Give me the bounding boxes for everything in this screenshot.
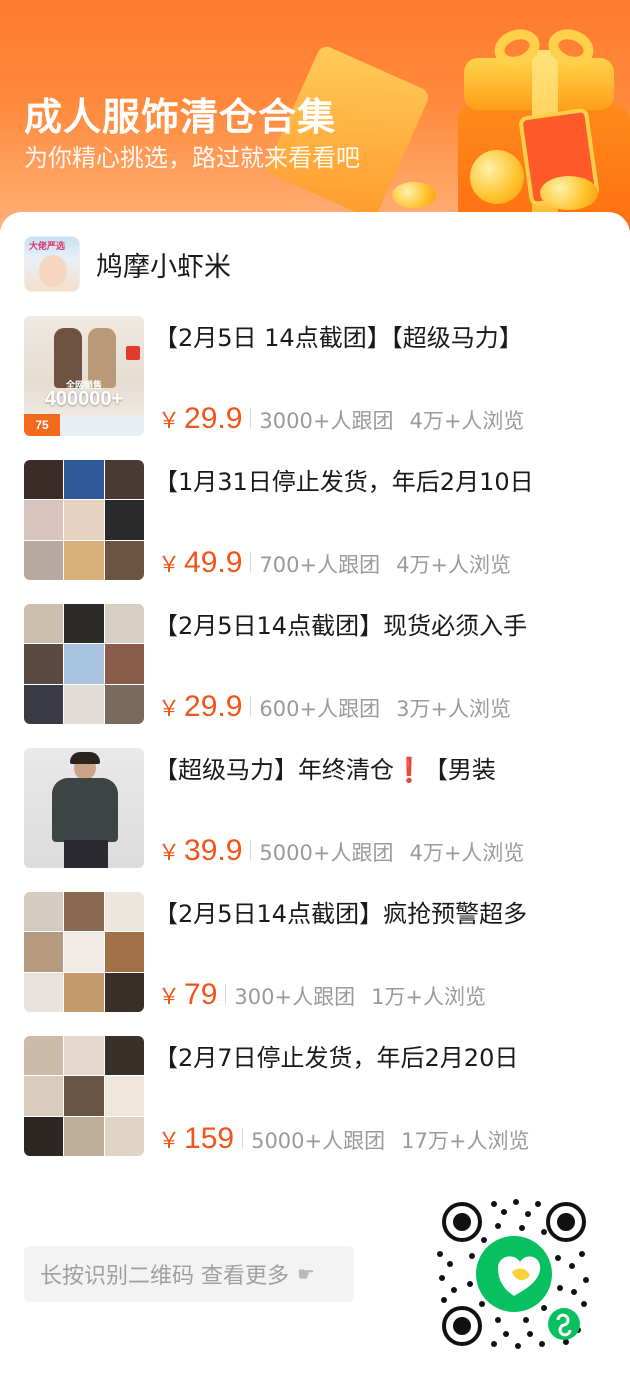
- joined-count: 3000+人跟团: [259, 409, 394, 433]
- press-hint-label: 长按识别二维码 查看更多: [40, 1264, 289, 1289]
- product-price: 29.9: [184, 690, 243, 723]
- joined-count: 5000+人跟团: [259, 841, 394, 865]
- product-item[interactable]: 【1月31日停止发货，年后2月10日 ￥ 49.9 700+人跟团 4万+人浏览: [24, 460, 606, 604]
- product-price: 159: [184, 1122, 235, 1155]
- product-item[interactable]: 【2月5日14点截团】疯抢预警超多 ￥ 79 300+人跟团 1万+人浏览: [24, 892, 606, 1036]
- joined-count: 300+人跟团: [234, 985, 356, 1009]
- product-thumbnail[interactable]: [24, 892, 144, 1012]
- shop-avatar[interactable]: 大佬严选: [24, 236, 80, 292]
- mini-program-qr-code[interactable]: [432, 1192, 596, 1356]
- product-price: 49.9: [184, 546, 243, 579]
- avatar-tag: 大佬严选: [29, 242, 66, 252]
- coin-icon: [392, 182, 436, 208]
- currency-symbol: ￥: [158, 552, 181, 577]
- product-title[interactable]: 【2月5日 14点截团】【超级马力】: [154, 318, 554, 353]
- product-item[interactable]: 【超级马力】年终清仓❗【男装 ￥ 39.9 5000+人跟团 4万+人浏览: [24, 748, 606, 892]
- view-count: 4万+人浏览: [396, 553, 512, 577]
- scan-qr-hint-button[interactable]: 长按识别二维码 查看更多 ☛: [24, 1246, 354, 1302]
- currency-symbol: ￥: [158, 408, 181, 433]
- product-price: 39.9: [184, 834, 243, 867]
- product-thumbnail[interactable]: [24, 604, 144, 724]
- product-meta: ￥ 29.9 600+人跟团 3万+人浏览: [158, 690, 511, 730]
- divider: [225, 984, 227, 1004]
- product-title[interactable]: 【超级马力】年终清仓❗【男装: [154, 750, 554, 785]
- product-price: 29.9: [184, 402, 243, 435]
- currency-symbol: ￥: [158, 1128, 181, 1153]
- hand-pointer-icon: ☛: [297, 1262, 315, 1286]
- view-count: 3万+人浏览: [396, 697, 512, 721]
- currency-symbol: ￥: [158, 696, 181, 721]
- product-thumbnail[interactable]: [24, 1036, 144, 1156]
- shop-header[interactable]: 大佬严选 鸠摩小虾米: [24, 236, 231, 292]
- currency-symbol: ￥: [158, 840, 181, 865]
- divider: [242, 1128, 244, 1148]
- currency-symbol: ￥: [158, 984, 181, 1009]
- product-thumbnail[interactable]: [24, 460, 144, 580]
- divider: [250, 408, 252, 428]
- product-thumbnail[interactable]: [24, 748, 144, 868]
- product-thumbnail[interactable]: 全网销售 400000+ 75: [24, 316, 144, 436]
- header-banner: 成人服饰清仓合集 为你精心挑选，路过就来看看吧: [0, 0, 630, 232]
- page: 成人服饰清仓合集 为你精心挑选，路过就来看看吧 大佬严选 鸠摩小虾米 全网销售 …: [0, 0, 630, 1392]
- product-meta: ￥ 159 5000+人跟团 17万+人浏览: [158, 1122, 529, 1162]
- product-item[interactable]: 【2月5日14点截团】现货必须入手 ￥ 29.9 600+人跟团 3万+人浏览: [24, 604, 606, 748]
- product-title[interactable]: 【1月31日停止发货，年后2月10日: [154, 462, 554, 497]
- view-count: 4万+人浏览: [409, 841, 525, 865]
- product-title[interactable]: 【2月7日停止发货，年后2月20日: [154, 1038, 554, 1073]
- product-item[interactable]: 【2月7日停止发货，年后2月20日 ￥ 159 5000+人跟团 17万+人浏览: [24, 1036, 606, 1180]
- divider: [250, 552, 252, 572]
- view-count: 1万+人浏览: [371, 985, 487, 1009]
- view-count: 17万+人浏览: [401, 1129, 530, 1153]
- product-title[interactable]: 【2月5日14点截团】疯抢预警超多: [154, 894, 554, 929]
- product-meta: ￥ 79 300+人跟团 1万+人浏览: [158, 978, 486, 1018]
- product-title[interactable]: 【2月5日14点截团】现货必须入手: [154, 606, 554, 641]
- divider: [250, 696, 252, 716]
- product-list: 全网销售 400000+ 75 【2月5日 14点截团】【超级马力】 ￥ 29.…: [24, 316, 606, 1180]
- coin-icon: [540, 176, 598, 210]
- coin-icon: [470, 150, 524, 204]
- divider: [250, 840, 252, 860]
- shop-name[interactable]: 鸠摩小虾米: [96, 245, 231, 284]
- joined-count: 700+人跟团: [259, 553, 381, 577]
- joined-count: 600+人跟团: [259, 697, 381, 721]
- page-title: 成人服饰清仓合集: [24, 95, 337, 139]
- product-item[interactable]: 全网销售 400000+ 75 【2月5日 14点截团】【超级马力】 ￥ 29.…: [24, 316, 606, 460]
- product-meta: ￥ 29.9 3000+人跟团 4万+人浏览: [158, 402, 524, 442]
- product-meta: ￥ 49.9 700+人跟团 4万+人浏览: [158, 546, 511, 586]
- gift-box-illustration: [454, 23, 630, 232]
- product-meta: ￥ 39.9 5000+人跟团 4万+人浏览: [158, 834, 524, 874]
- view-count: 4万+人浏览: [409, 409, 525, 433]
- product-price: 79: [184, 978, 218, 1011]
- page-subtitle: 为你精心挑选，路过就来看看吧: [24, 144, 360, 172]
- joined-count: 5000+人跟团: [251, 1129, 386, 1153]
